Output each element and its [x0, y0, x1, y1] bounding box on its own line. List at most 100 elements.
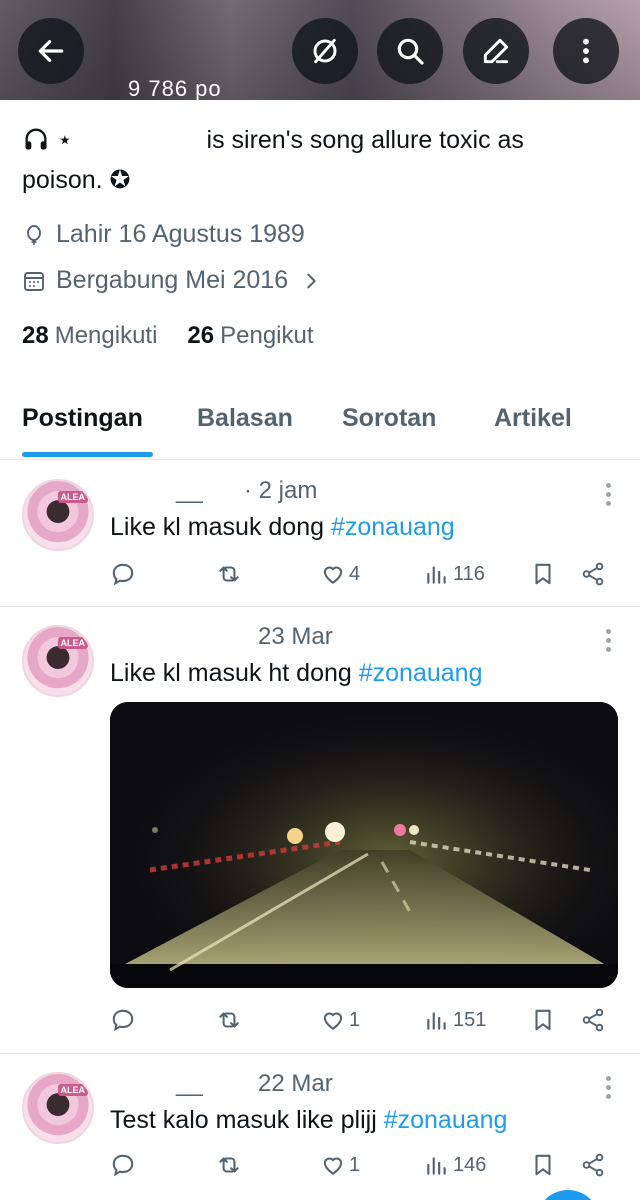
bookmark-icon	[535, 1154, 551, 1176]
reply-icon	[112, 563, 134, 586]
banner-post-count: 9 786 po	[128, 76, 222, 100]
post-time: · 2 jam	[244, 477, 318, 504]
balloon-icon	[27, 224, 41, 245]
bookmark-icon	[535, 563, 551, 585]
tab-postingan[interactable]: Postingan	[22, 404, 143, 433]
repost-icon	[219, 1012, 239, 1028]
share-icon	[582, 1153, 604, 1177]
repost-button[interactable]	[216, 1007, 242, 1033]
like-button[interactable]: 4	[320, 561, 360, 587]
repost-button[interactable]	[216, 1152, 242, 1178]
like-count: 1	[349, 1008, 361, 1031]
bio-prefix: ⋆	[56, 126, 73, 154]
arrow-left-icon	[38, 40, 64, 62]
post-item[interactable]: ALEA __ 22 Mar Test kalo masuk like plij…	[0, 1054, 640, 1200]
post-text-body: Like kl masuk ht dong	[110, 659, 359, 687]
bio-line-2: poison. ✪	[22, 166, 131, 194]
like-button[interactable]: 1	[320, 1152, 360, 1178]
calendar-icon	[24, 271, 44, 291]
more-options-button[interactable]	[553, 18, 619, 84]
post-more-icon[interactable]	[606, 629, 612, 656]
tab-sorotan[interactable]: Sorotan	[342, 404, 436, 433]
heart-icon	[323, 1157, 343, 1175]
profile-tabs: Postingan Balasan Sorotan Artikel	[0, 398, 640, 460]
back-button[interactable]	[18, 18, 84, 84]
views-chart-icon	[427, 1012, 446, 1030]
following-link[interactable]: 28 Mengikuti	[22, 322, 157, 350]
repost-icon	[219, 566, 239, 582]
like-count: 1	[349, 1153, 361, 1176]
bookmark-button[interactable]	[530, 1152, 556, 1178]
views-chart-icon	[427, 566, 446, 584]
birth-date-row: Lahir 16 Agustus 1989	[22, 220, 305, 249]
bookmark-button[interactable]	[530, 1007, 556, 1033]
post-author-fragment: __	[176, 477, 203, 504]
repost-button[interactable]	[216, 561, 242, 587]
hashtag-link[interactable]: #zonauang	[331, 513, 455, 541]
avatar[interactable]: ALEA	[22, 625, 94, 697]
views-chart-icon	[427, 1157, 446, 1175]
avatar-tag: ALEA	[57, 491, 88, 503]
post-text: Like kl masuk ht dong #zonauang	[110, 659, 482, 688]
joined-date-text: Bergabung Mei 2016	[56, 266, 289, 294]
chevron-right-icon	[307, 273, 316, 288]
active-tab-indicator	[22, 452, 153, 457]
views-button[interactable]: 146	[424, 1152, 486, 1178]
share-button[interactable]	[580, 561, 606, 587]
followers-count: 26	[187, 322, 215, 349]
reply-button[interactable]	[110, 1152, 136, 1178]
bookmark-icon	[535, 1009, 551, 1031]
night-road-photo	[110, 702, 618, 988]
bio-text: is siren's song allure toxic as	[206, 126, 524, 154]
views-count: 151	[453, 1008, 487, 1031]
post-more-icon[interactable]	[606, 1076, 612, 1103]
post-time: 22 Mar	[258, 1070, 333, 1097]
birth-date-text: Lahir 16 Agustus 1989	[56, 220, 305, 248]
reply-button[interactable]	[110, 561, 136, 587]
hashtag-link[interactable]: #zonauang	[384, 1106, 508, 1134]
edit-button[interactable]	[463, 18, 529, 84]
post-actions: 4 116	[110, 561, 610, 595]
share-button[interactable]	[580, 1152, 606, 1178]
followers-link[interactable]: 26 Pengikut	[187, 322, 313, 350]
avatar[interactable]: ALEA	[22, 479, 94, 551]
profile-bio: ⋆ is siren's song allure toxic as poison…	[22, 120, 622, 200]
post-text: Test kalo masuk like plijj #zonauang	[110, 1106, 507, 1135]
following-count: 28	[22, 322, 49, 349]
avatar-tag: ALEA	[57, 1084, 88, 1096]
hide-posts-button[interactable]	[292, 18, 358, 84]
like-count: 4	[349, 562, 361, 585]
heart-icon	[323, 566, 343, 584]
post-more-icon[interactable]	[606, 483, 612, 510]
post-text-body: Test kalo masuk like plijj	[110, 1106, 384, 1134]
followers-label: Pengikut	[220, 322, 314, 349]
bookmark-button[interactable]	[530, 561, 556, 587]
views-count: 116	[453, 562, 485, 585]
post-text: Like kl masuk dong #zonauang	[110, 513, 455, 542]
share-icon	[582, 562, 604, 586]
post-author-fragment: __	[176, 1070, 203, 1097]
post-actions: 1 146	[110, 1152, 610, 1186]
more-vertical-icon	[583, 38, 589, 64]
views-button[interactable]: 116	[424, 561, 485, 587]
search-button[interactable]	[377, 18, 443, 84]
tab-balasan[interactable]: Balasan	[197, 404, 293, 433]
post-item[interactable]: ALEA __ · 2 jam Like kl masuk dong #zona…	[0, 461, 640, 607]
post-time: 23 Mar	[258, 623, 333, 650]
follow-stats: 28 Mengikuti 26 Pengikut	[22, 322, 314, 350]
post-media-image[interactable]	[110, 702, 618, 988]
hashtag-link[interactable]: #zonauang	[359, 659, 483, 687]
joined-date-row[interactable]: Bergabung Mei 2016	[22, 266, 332, 295]
avatar[interactable]: ALEA	[22, 1072, 94, 1144]
share-icon	[582, 1008, 604, 1032]
like-button[interactable]: 1	[320, 1007, 360, 1033]
tab-artikel[interactable]: Artikel	[494, 404, 572, 433]
headphones-icon	[25, 128, 47, 150]
share-button[interactable]	[580, 1007, 606, 1033]
following-label: Mengikuti	[54, 322, 158, 349]
pencil-icon	[483, 38, 509, 64]
reply-button[interactable]	[110, 1007, 136, 1033]
views-button[interactable]: 151	[424, 1007, 486, 1033]
eye-off-icon	[313, 38, 337, 64]
post-actions: 1 151	[110, 1007, 610, 1041]
